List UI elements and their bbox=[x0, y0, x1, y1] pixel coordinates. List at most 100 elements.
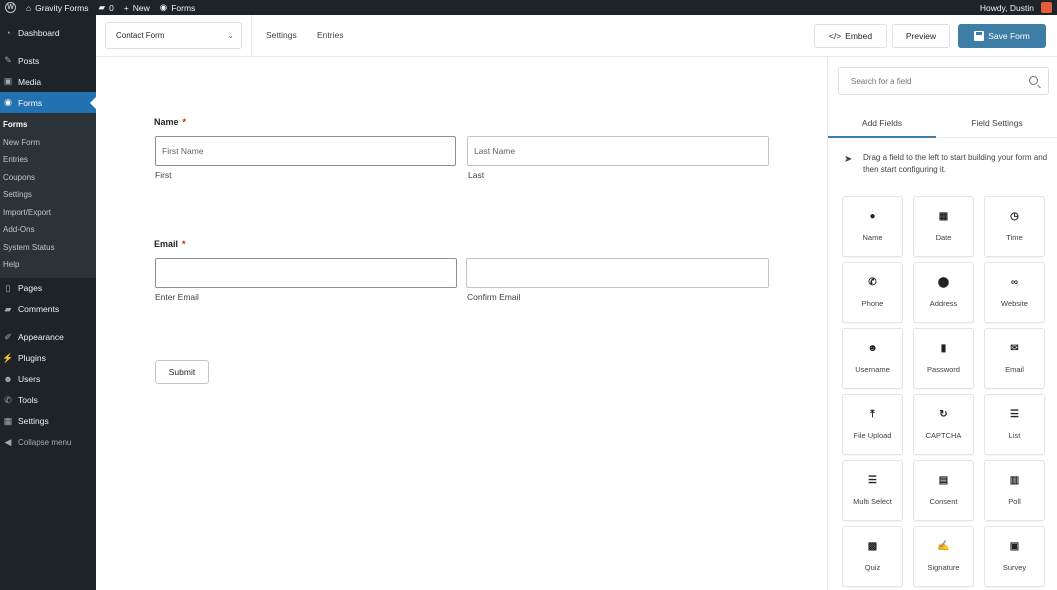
tab-add-fields[interactable]: Add Fields bbox=[828, 112, 936, 138]
panel-tabs: Add Fields Field Settings bbox=[828, 112, 1057, 138]
search-icon bbox=[1029, 76, 1038, 85]
drag-hint: ➤ Drag a field to the left to start buil… bbox=[844, 153, 1048, 174]
forms-link[interactable]: ◉ Forms bbox=[155, 0, 201, 15]
field-button-list[interactable]: ☰ List bbox=[984, 394, 1045, 455]
field-button-label: List bbox=[1008, 431, 1021, 440]
field-button-signature[interactable]: ✍ Signature bbox=[913, 526, 974, 587]
new-content-link[interactable]: + New bbox=[119, 0, 155, 15]
sidebar-item-appearance[interactable]: ✐ Appearance bbox=[0, 327, 96, 348]
field-button-label: Email bbox=[1005, 365, 1024, 374]
sidebar-item-posts[interactable]: ✎ Posts bbox=[0, 50, 96, 71]
field-button-password[interactable]: ▮ Password bbox=[913, 328, 974, 389]
last-sublabel: Last bbox=[468, 170, 485, 180]
avatar bbox=[1041, 2, 1052, 13]
field-button-survey[interactable]: ▣ Survey bbox=[984, 526, 1045, 587]
submenu-system-status[interactable]: System Status bbox=[0, 239, 96, 257]
account-menu[interactable]: Howdy, Dustin bbox=[975, 0, 1057, 15]
field-button-phone[interactable]: ✆ Phone bbox=[842, 262, 903, 323]
captcha-icon: ↻ bbox=[939, 409, 948, 420]
first-name-input[interactable]: First Name bbox=[155, 136, 456, 166]
field-button-label: Date bbox=[935, 233, 952, 242]
field-button-consent[interactable]: ▤ Consent bbox=[913, 460, 974, 521]
sidebar-item-users[interactable]: ☻ Users bbox=[0, 369, 96, 390]
field-button-label: Address bbox=[929, 299, 958, 308]
submenu-import-export[interactable]: Import/Export bbox=[0, 204, 96, 222]
comments-link[interactable]: ▰ 0 bbox=[94, 0, 119, 15]
field-button-date[interactable]: ▦ Date bbox=[913, 196, 974, 257]
site-name-link[interactable]: ⌂ Gravity Forms bbox=[21, 0, 94, 15]
media-icon: ▣ bbox=[3, 76, 13, 86]
pin-icon: ✎ bbox=[4, 55, 12, 65]
sidebar-item-plugins[interactable]: ⚡ Plugins bbox=[0, 348, 96, 369]
sidebar-item-tools[interactable]: ✆ Tools bbox=[0, 390, 96, 411]
field-button-quiz[interactable]: ▩ Quiz bbox=[842, 526, 903, 587]
field-button-username[interactable]: ☻ Username bbox=[842, 328, 903, 389]
submenu-forms[interactable]: Forms bbox=[0, 116, 96, 134]
submenu-settings[interactable]: Settings bbox=[0, 186, 96, 204]
form-switcher-select[interactable]: Contact Form ⌄ bbox=[105, 22, 242, 49]
save-disk-icon bbox=[974, 31, 985, 41]
admin-sidebar: ◔ Dashboard ✎ Posts ▣ Media ◉ Forms Forms Ne… bbox=[0, 15, 96, 590]
submenu-add-ons[interactable]: Add-Ons bbox=[0, 221, 96, 239]
user-icon: ● bbox=[869, 211, 876, 222]
link-icon: ∞ bbox=[1010, 277, 1019, 288]
submenu-entries[interactable]: Entries bbox=[0, 151, 96, 169]
field-button-label: Poll bbox=[1008, 497, 1021, 506]
submenu-new-form[interactable]: New Form bbox=[0, 134, 96, 152]
upload-icon: ⤒ bbox=[870, 409, 875, 420]
multi-select-icon: ☰ bbox=[868, 475, 877, 486]
field-button-file-upload[interactable]: ⤒ File Upload bbox=[842, 394, 903, 455]
field-button-poll[interactable]: ▥ Poll bbox=[984, 460, 1045, 521]
plugin-icon: ⚡ bbox=[2, 352, 14, 363]
save-form-button[interactable]: Save Form bbox=[958, 24, 1046, 48]
wordpress-logo-icon: W bbox=[5, 2, 16, 13]
sidebar-item-media[interactable]: ▣ Media bbox=[0, 71, 96, 92]
collapse-menu-button[interactable]: ◀ Collapse menu bbox=[0, 432, 96, 453]
field-button-email[interactable]: ✉ Email bbox=[984, 328, 1045, 389]
field-button-captcha[interactable]: ↻ CAPTCHA bbox=[913, 394, 974, 455]
sidebar-item-pages[interactable]: ▯ Pages bbox=[0, 278, 96, 299]
users-icon: ☻ bbox=[3, 374, 13, 384]
tab-field-settings[interactable]: Field Settings bbox=[936, 112, 1057, 137]
field-button-label: Time bbox=[1006, 233, 1023, 242]
envelope-icon: ✉ bbox=[1010, 343, 1019, 354]
wrench-icon: ✆ bbox=[4, 394, 12, 405]
wp-logo-menu[interactable]: W bbox=[0, 0, 21, 15]
field-button-time[interactable]: ◷ Time bbox=[984, 196, 1045, 257]
preview-button[interactable]: Preview bbox=[892, 24, 950, 48]
editor-header: Contact Form ⌄ Settings Entries </> Embed… bbox=[96, 15, 1057, 57]
field-button-label: Signature bbox=[927, 563, 960, 572]
embed-button[interactable]: </> Embed bbox=[814, 24, 887, 48]
field-button-label: Consent bbox=[929, 497, 958, 506]
field-search-input[interactable]: Search for a field bbox=[838, 67, 1049, 95]
last-name-input[interactable]: Last Name bbox=[467, 136, 769, 166]
email-input[interactable] bbox=[155, 258, 457, 288]
submenu-help[interactable]: Help bbox=[0, 256, 96, 274]
gravity-forms-icon: ◉ bbox=[159, 2, 168, 12]
sidebar-item-comments[interactable]: ▰ Comments bbox=[0, 299, 96, 320]
home-icon: ⌂ bbox=[26, 2, 32, 13]
clipboard-icon: ▣ bbox=[1009, 541, 1020, 552]
field-button-name[interactable]: ● Name bbox=[842, 196, 903, 257]
sidebar-item-settings[interactable]: ▦ Settings bbox=[0, 411, 96, 432]
field-button-label: Survey bbox=[1002, 563, 1027, 572]
field-button-multi-select[interactable]: ☰ Multi Select bbox=[842, 460, 903, 521]
name-field-label: Name * bbox=[154, 117, 187, 127]
calendar-icon: ▦ bbox=[938, 211, 949, 222]
field-button-label: File Upload bbox=[853, 431, 892, 440]
enter-email-sublabel: Enter Email bbox=[155, 292, 199, 302]
confirm-email-input[interactable] bbox=[466, 258, 769, 288]
submit-button[interactable]: Submit bbox=[155, 360, 209, 384]
settings-link[interactable]: Settings bbox=[266, 30, 297, 40]
entries-link[interactable]: Entries bbox=[317, 30, 343, 40]
pages-icon: ▯ bbox=[5, 282, 11, 293]
sidebar-item-forms[interactable]: ◉ Forms bbox=[0, 92, 96, 113]
required-asterisk: * bbox=[182, 239, 186, 249]
header-divider bbox=[251, 15, 252, 57]
cursor-arrow-icon: ➤ bbox=[844, 154, 853, 165]
field-button-address[interactable]: ⬤ Address bbox=[913, 262, 974, 323]
sidebar-item-dashboard[interactable]: ◔ Dashboard bbox=[0, 22, 96, 43]
submenu-coupons[interactable]: Coupons bbox=[0, 169, 96, 187]
location-pin-icon: ⬤ bbox=[937, 277, 950, 288]
field-button-website[interactable]: ∞ Website bbox=[984, 262, 1045, 323]
